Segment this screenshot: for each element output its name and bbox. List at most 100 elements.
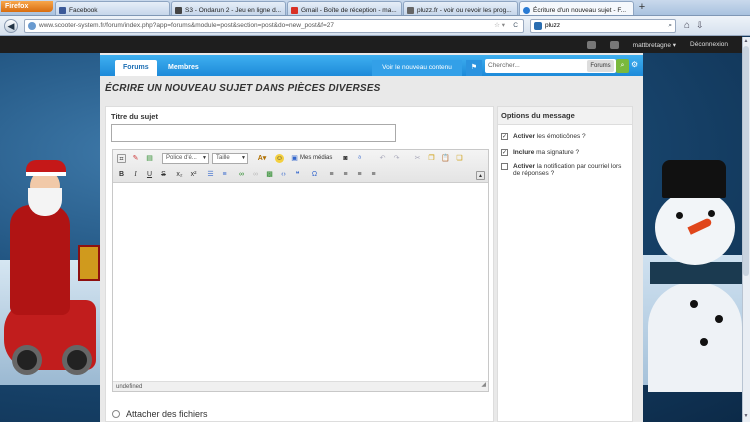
option-signature[interactable]: ✓ Inclure ma signature ? xyxy=(501,149,629,156)
option-notification[interactable]: Activer la notification par courriel lor… xyxy=(501,163,629,177)
gear-icon[interactable]: ⚙ xyxy=(631,60,638,69)
username: mattbretagne xyxy=(632,41,671,49)
attach-toggle-icon[interactable] xyxy=(112,410,120,418)
paste-text-icon[interactable]: ❏ xyxy=(455,154,464,163)
firefox-menu-button[interactable]: Firefox xyxy=(1,1,53,12)
tab-label: pluzz.fr - voir ou revoir les prog... xyxy=(417,6,512,14)
option-label: Activer la notification par courriel lor… xyxy=(513,163,629,177)
gear-icon xyxy=(175,6,182,14)
profile-icon[interactable] xyxy=(609,40,619,49)
tab-facebook[interactable]: Facebook xyxy=(55,1,170,15)
option-label: Activer les émoticônes ? xyxy=(513,133,586,140)
eraser-icon[interactable]: ✎ xyxy=(131,154,140,163)
unlink-icon[interactable]: ∞ xyxy=(251,170,260,179)
santa-hat xyxy=(26,160,66,176)
attach-files-row[interactable]: Attacher des fichiers xyxy=(112,409,208,419)
scroll-up-icon[interactable]: ▲ xyxy=(743,38,749,45)
option-emoticons[interactable]: ✓ Activer les émoticônes ? xyxy=(501,133,629,140)
search-icon[interactable]: ⌕ xyxy=(668,20,672,32)
media-button[interactable]: Mes médias xyxy=(300,155,332,161)
resize-handle-icon[interactable]: ◢ xyxy=(481,380,486,390)
checkbox-notification[interactable] xyxy=(501,163,508,170)
new-tab-button[interactable]: + xyxy=(635,1,649,15)
text-color-icon[interactable]: A▾ xyxy=(255,154,269,163)
media-icon[interactable]: ▣ xyxy=(290,154,299,163)
superscript-icon[interactable]: x² xyxy=(189,170,198,179)
option-bold: Activer xyxy=(513,163,536,170)
toolbar-collapse-icon[interactable]: ▲ xyxy=(476,171,485,180)
scrollbar-thumb[interactable] xyxy=(743,46,749,276)
search-scope-select[interactable]: Forums xyxy=(587,60,614,72)
snowman-image xyxy=(648,282,742,392)
tab-forums[interactable]: Forums xyxy=(115,60,157,76)
gmail-icon xyxy=(291,6,298,14)
bold-icon[interactable]: B xyxy=(117,170,126,179)
image-icon[interactable]: ▩ xyxy=(265,170,274,179)
tab-label: Gmail - Boîte de réception - ma... xyxy=(301,6,397,14)
scooter-wheel xyxy=(12,345,42,375)
binoculars-icon[interactable]: ◙ xyxy=(341,154,350,163)
table-icon[interactable]: ▤ xyxy=(145,154,154,163)
size-select-value: Taille xyxy=(216,155,230,161)
chevron-down-icon: ▼ xyxy=(241,155,246,161)
bullet-list-icon[interactable]: ☰ xyxy=(206,170,215,179)
link-icon[interactable]: ∞ xyxy=(237,170,246,179)
redo-icon[interactable]: ↷ xyxy=(392,154,401,163)
font-select-value: Police d'é... xyxy=(166,155,197,161)
option-rest: les émoticônes ? xyxy=(535,133,586,140)
source-icon[interactable]: ⌗ xyxy=(117,154,126,163)
scroll-down-icon[interactable]: ▼ xyxy=(743,413,749,420)
strike-icon[interactable]: S xyxy=(159,170,168,179)
home-icon[interactable]: ⌂ xyxy=(684,20,690,31)
inbox-icon[interactable] xyxy=(586,40,596,49)
size-select[interactable]: Taille ▼ xyxy=(212,153,248,164)
tab-pluzz[interactable]: pluzz.fr - voir ou revoir les prog... xyxy=(403,1,518,15)
numbered-list-icon[interactable]: ≡ xyxy=(220,170,229,179)
tab-new-topic[interactable]: Écriture d'un nouveau sujet - F... xyxy=(519,1,634,15)
search-go-button[interactable]: ⌕ xyxy=(616,59,629,73)
spellcheck-icon[interactable]: ᵃ xyxy=(355,154,364,163)
title-input[interactable] xyxy=(111,124,396,142)
star-icon[interactable]: ☆ ▾ xyxy=(494,20,505,32)
user-menu[interactable]: mattbretagne ▾ xyxy=(633,41,676,49)
location-pin-icon[interactable]: ⚑ xyxy=(466,60,482,76)
option-bold: Activer xyxy=(513,133,536,140)
subscript-icon[interactable]: x₂ xyxy=(175,170,184,179)
options-header: Options du message xyxy=(498,107,632,125)
special-char-icon[interactable]: Ω xyxy=(310,170,319,179)
tab-label: Écriture d'un nouveau sujet - F... xyxy=(533,6,627,14)
cut-icon[interactable]: ✂ xyxy=(413,154,422,163)
back-arrow-icon[interactable]: ◀ xyxy=(4,18,18,33)
checkbox-emoticons[interactable]: ✓ xyxy=(501,133,508,140)
url-bar[interactable]: www.scooter-system.fr/forum/index.php?ap… xyxy=(24,18,524,33)
tab-label: Facebook xyxy=(69,6,98,14)
undo-icon[interactable]: ↶ xyxy=(378,154,387,163)
underline-icon[interactable]: U xyxy=(145,170,154,179)
copy-icon[interactable]: ❐ xyxy=(427,154,436,163)
justify-icon[interactable]: ≡ xyxy=(369,170,378,179)
italic-icon[interactable]: I xyxy=(131,170,140,179)
quote-icon[interactable]: ❝ xyxy=(293,170,302,179)
tab-members[interactable]: Membres xyxy=(160,60,207,76)
page-title: Écrire un nouveau sujet dans Pièces dive… xyxy=(105,83,381,94)
download-icon[interactable]: ⇩ xyxy=(696,20,704,31)
code-icon[interactable]: ‹› xyxy=(279,170,288,179)
reload-icon[interactable]: C xyxy=(513,20,518,32)
smiley-icon[interactable]: ☺ xyxy=(275,154,284,163)
new-content-button[interactable]: Voir le nouveau contenu xyxy=(372,60,462,76)
browser-tab-bar: Firefox Facebook S3 - Ondarun 2 - Jeu en… xyxy=(0,0,750,16)
snowman-button xyxy=(715,315,723,323)
checkbox-signature[interactable]: ✓ xyxy=(501,149,508,156)
tab-gmail[interactable]: Gmail - Boîte de réception - ma... xyxy=(287,1,402,15)
font-select[interactable]: Police d'é... ▼ xyxy=(162,153,209,164)
paste-icon[interactable]: 📋 xyxy=(441,154,450,163)
browser-search-box[interactable]: pluzz ⌕ xyxy=(530,18,676,33)
align-left-icon[interactable]: ≡ xyxy=(327,170,336,179)
play-icon xyxy=(407,6,414,14)
tab-ondarun[interactable]: S3 - Ondarun 2 - Jeu en ligne d... xyxy=(171,1,286,15)
align-right-icon[interactable]: ≡ xyxy=(355,170,364,179)
message-options: Options du message ✓ Activer les émoticô… xyxy=(497,106,633,422)
logout-link[interactable]: Déconnexion xyxy=(690,41,728,48)
align-center-icon[interactable]: ≡ xyxy=(341,170,350,179)
snowman-scarf xyxy=(650,262,742,284)
